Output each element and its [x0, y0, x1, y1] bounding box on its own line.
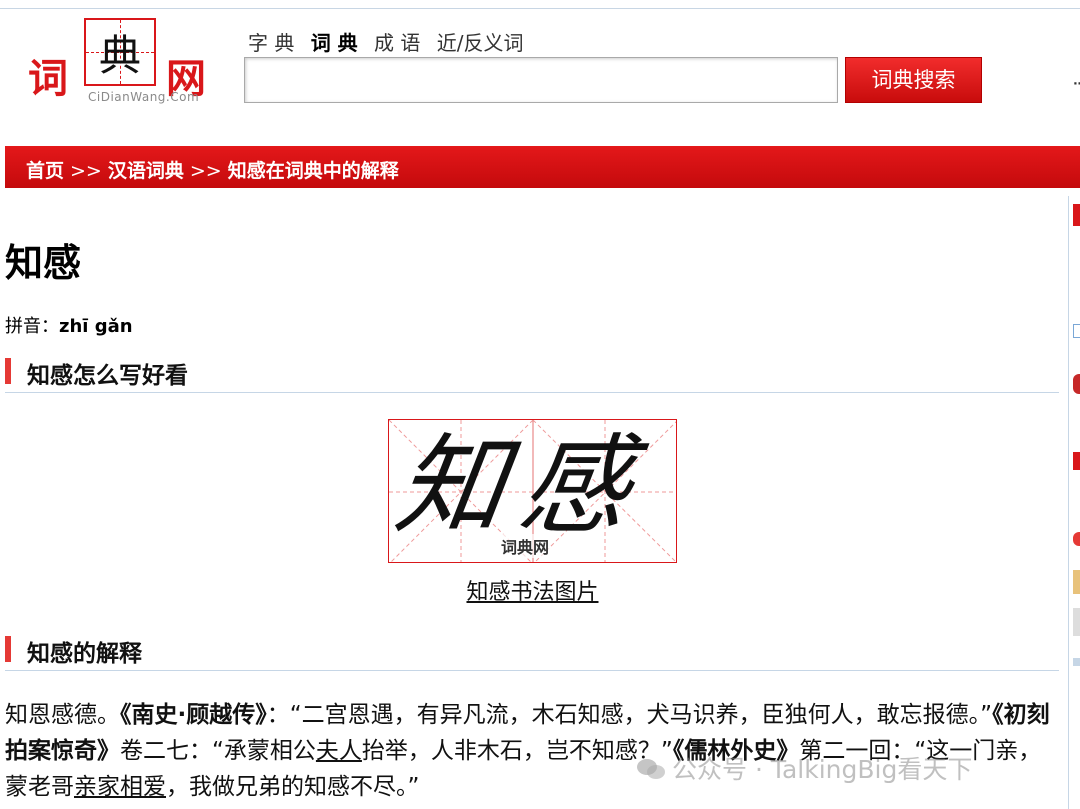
- calligraphy-image[interactable]: 知感 词典网: [388, 419, 677, 563]
- sidebar-image-icon: [1073, 570, 1080, 594]
- sidebar-divider: [1073, 658, 1080, 666]
- sidebar-red-icon: [1073, 532, 1080, 546]
- sidebar-red-icon: [1073, 204, 1080, 226]
- page-title: 知感: [5, 241, 82, 285]
- section-explain-header: 知感的解释: [5, 634, 1059, 671]
- breadcrumb-separator: >>: [70, 160, 102, 182]
- search-tabs: 字 典 词 典 成 语 近/反义词: [248, 27, 534, 56]
- logo-char-center: 典: [98, 31, 141, 80]
- watermark-text: 公众号 · TalkingBig看天下: [672, 755, 973, 784]
- edge-fragment: ¨: [1072, 80, 1080, 105]
- wechat-icon: [637, 759, 665, 779]
- wechat-watermark: 公众号 · TalkingBig看天下: [636, 750, 972, 786]
- breadcrumb-separator: >>: [189, 160, 222, 182]
- sidebar-blue-icon: [1073, 324, 1080, 338]
- calligraphy-text: 知感: [388, 424, 654, 549]
- top-divider: [0, 8, 1080, 9]
- explanation-fragment: 知恩感德。: [5, 702, 120, 728]
- calligraphy-link[interactable]: 知感书法图片: [388, 574, 677, 606]
- link-qinjia[interactable]: 亲家相爱: [74, 774, 166, 800]
- source-nanshi: 《南史·顾越传》: [120, 702, 267, 728]
- explanation-fragment: 抬举，人非木石，岂不知感？”: [361, 738, 673, 764]
- link-furen[interactable]: 夫人: [316, 738, 362, 764]
- right-sidebar-edge: [1068, 196, 1080, 809]
- logo-char-left: 词: [28, 55, 68, 102]
- logo-grid-icon: 典: [84, 18, 156, 86]
- breadcrumb-dictionary[interactable]: 汉语词典: [108, 160, 184, 182]
- site-logo[interactable]: 词 典 网 CiDianWang.Com: [26, 18, 216, 106]
- tab-zidian[interactable]: 字 典: [248, 31, 294, 55]
- sidebar-round-icon: [1073, 374, 1080, 394]
- pinyin-line: 拼音：zhī gǎn: [5, 312, 133, 338]
- tab-chengyu[interactable]: 成 语: [374, 31, 420, 55]
- calligraphy-watermark: 词典网: [501, 534, 550, 558]
- explanation-fragment: ，我做兄弟的知感不尽。”: [166, 774, 420, 800]
- sidebar-image-icon: [1073, 608, 1080, 636]
- breadcrumb-bar: 首页 >> 汉语词典 >> 知感在词典中的解释: [5, 146, 1080, 188]
- section-marker: [5, 358, 11, 384]
- pinyin-value: zhī gǎn: [59, 316, 133, 337]
- breadcrumb-home[interactable]: 首页: [26, 160, 64, 182]
- section-writing-header: 知感怎么写好看: [5, 356, 1059, 393]
- tab-cidian[interactable]: 词 典: [311, 31, 358, 55]
- section-marker: [5, 636, 11, 662]
- section-writing-title: 知感怎么写好看: [27, 363, 188, 389]
- section-explain-title: 知感的解释: [27, 641, 142, 667]
- tab-jinfanyici[interactable]: 近/反义词: [437, 31, 524, 55]
- search-button[interactable]: 词典搜索: [845, 57, 982, 103]
- breadcrumb: 首页 >> 汉语词典 >> 知感在词典中的解释: [26, 156, 399, 183]
- sidebar-red-icon: [1073, 452, 1080, 470]
- explanation-fragment: ：“二宫恩遇，有异凡流，木石知感，犬马识养，臣独何人，敢忘报德。”: [266, 702, 993, 728]
- logo-domain: CiDianWang.Com: [88, 90, 200, 104]
- pinyin-label: 拼音：: [5, 316, 59, 337]
- explanation-fragment: 卷二七：“承蒙相公: [120, 738, 316, 764]
- search-input[interactable]: [244, 57, 838, 103]
- breadcrumb-current: 知感在词典中的解释: [227, 160, 399, 182]
